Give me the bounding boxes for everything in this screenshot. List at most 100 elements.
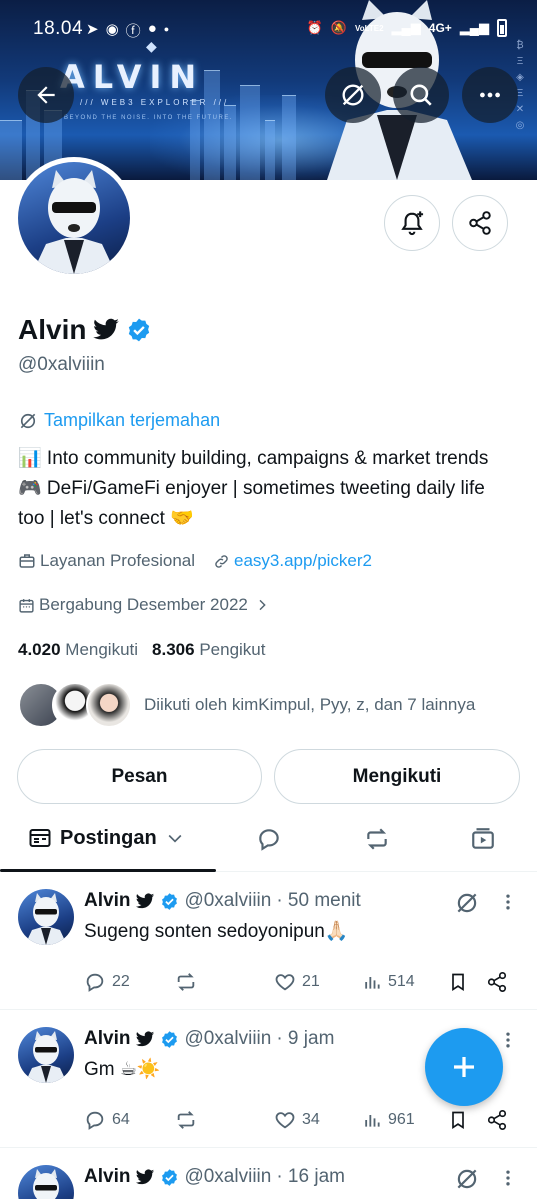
signal-icon-2: ▂▄▆	[459, 20, 489, 35]
reply-icon	[86, 973, 104, 992]
verified-badge-icon	[162, 1168, 178, 1186]
signal-icon: ▂▄▆	[391, 20, 421, 35]
grok-slash-circle-icon[interactable]	[454, 890, 480, 916]
bar-chart-icon	[365, 1115, 380, 1127]
tab-posts-label: Postingan	[60, 826, 157, 849]
followers-label: Pengikut	[199, 640, 266, 659]
profile-meta-row: Layanan Profesional easy3.app/picker2	[18, 551, 372, 571]
mute-icon: 🔕	[330, 20, 347, 35]
show-translation-link[interactable]: Tampilkan terjemahan	[18, 410, 220, 431]
profile-name: Alvin	[18, 314, 87, 345]
tweet-time: · 16 jam	[276, 1166, 345, 1187]
wolf-avatar-image	[33, 1169, 59, 1199]
status-time: 18.04	[33, 18, 84, 39]
reply-bubble-icon	[259, 829, 279, 851]
following-button[interactable]: Mengikuti	[274, 749, 520, 804]
followed-by-row[interactable]: Diikuti oleh kimKimpul, Pyy, z, dan 7 la…	[18, 682, 475, 728]
tweet-author-name[interactable]: Alvin	[84, 1028, 130, 1050]
repost-icon	[367, 828, 387, 850]
heart-icon	[275, 974, 295, 991]
bookmark-button[interactable]	[448, 1109, 486, 1131]
tweet-handle: @0xalviiin	[184, 1166, 272, 1187]
search-icon	[410, 84, 432, 106]
tweet-avatar[interactable]	[18, 1165, 74, 1199]
status-bar: 18.04 ➤ ◉ ⓕ ● ● ⏰ 🔕 VoLTE2 ▂▄▆ 4G+ ▂▄▆	[0, 0, 537, 56]
tweet-item[interactable]: Alvin @0xalviiin · 16 jam	[0, 1149, 537, 1199]
tab-posts[interactable]: Postingan	[28, 826, 185, 850]
like-button[interactable]: 21	[274, 971, 362, 993]
more-vertical-icon[interactable]	[498, 1167, 518, 1189]
tweet-handle: @0xalviiin	[184, 1028, 272, 1049]
profile-website-link[interactable]: easy3.app/picker2	[234, 551, 372, 571]
views-button[interactable]: 961	[362, 1110, 448, 1130]
follower-avatar	[86, 682, 132, 728]
like-count: 34	[302, 1111, 320, 1128]
tab-reposts[interactable]	[363, 826, 391, 857]
more-notifications-dot-icon: ●	[163, 24, 170, 34]
tweet-time: · 9 jam	[276, 1028, 335, 1049]
volte-indicator: VoLTE2	[354, 23, 384, 33]
repost-button[interactable]	[174, 971, 274, 993]
share-icon	[487, 1110, 507, 1130]
more-vertical-icon[interactable]	[498, 891, 518, 913]
tweet-avatar[interactable]	[18, 1027, 74, 1083]
bio-line: too | let's connect 🤝	[18, 508, 194, 529]
views-button[interactable]: 514	[362, 972, 448, 992]
tweet-header: Alvin @0xalviiin · 50 menit	[84, 890, 361, 912]
tweet-header: Alvin @0xalviiin · 9 jam	[84, 1028, 334, 1050]
tweet-author-name[interactable]: Alvin	[84, 1166, 130, 1188]
arrow-left-icon	[37, 86, 55, 104]
bell-plus-icon	[401, 211, 424, 236]
brand-subtitle: /// WEB3 EXPLORER ///	[80, 98, 230, 107]
search-button[interactable]	[393, 67, 449, 123]
heart-icon	[275, 1112, 295, 1129]
status-notification-icons: ➤ ◉ ⓕ ● ●	[86, 20, 169, 41]
facebook-icon: ⓕ	[125, 23, 141, 40]
share-button[interactable]	[486, 1109, 508, 1131]
reply-icon	[86, 1111, 104, 1130]
more-options-button[interactable]	[462, 67, 518, 123]
followers-count-link[interactable]: 8.306 Pengikut	[152, 640, 265, 660]
share-profile-button[interactable]	[452, 195, 508, 251]
follow-counts: 4.020 Mengikuti 8.306 Pengikut	[18, 640, 266, 660]
repost-button[interactable]	[174, 1109, 274, 1131]
network-type: 4G+	[428, 21, 452, 35]
professional-category[interactable]: Layanan Profesional	[40, 551, 195, 571]
back-button[interactable]	[18, 67, 74, 123]
profile-banner[interactable]: ALVIN /// WEB3 EXPLORER /// BEYOND THE N…	[0, 0, 537, 180]
more-vertical-icon[interactable]	[498, 1029, 518, 1051]
tweet-actions: 22 21 514	[84, 971, 524, 993]
grok-slash-circle-icon[interactable]	[454, 1166, 480, 1192]
tab-replies[interactable]	[256, 826, 282, 857]
tweet-header: Alvin @0xalviiin · 16 jam	[84, 1166, 345, 1188]
tab-media[interactable]	[470, 826, 496, 857]
profile-handle: @0xalviiin	[18, 354, 105, 375]
share-button[interactable]	[486, 971, 508, 993]
translate-grok-button[interactable]	[325, 67, 381, 123]
wolf-avatar-image	[32, 170, 116, 274]
reply-button[interactable]: 64	[84, 1109, 174, 1131]
bio-line: 📊 Into community building, campaigns & m…	[18, 448, 489, 469]
message-button[interactable]: Pesan	[17, 749, 262, 804]
grok-slash-circle-icon	[342, 84, 364, 106]
verified-badge-icon	[129, 318, 150, 342]
briefcase-icon	[19, 554, 35, 568]
alarm-icon: ⏰	[306, 20, 323, 35]
profile-avatar[interactable]	[13, 157, 135, 279]
following-count-link[interactable]: 4.020 Mengikuti	[18, 640, 138, 660]
joined-date-row[interactable]: Bergabung Desember 2022	[18, 595, 270, 615]
tweet-author-name[interactable]: Alvin	[84, 890, 130, 912]
bookmark-button[interactable]	[448, 971, 486, 993]
like-button[interactable]: 34	[274, 1109, 362, 1131]
compose-post-button[interactable]	[425, 1028, 503, 1106]
tweet-avatar[interactable]	[18, 889, 74, 945]
tweet-item[interactable]: Alvin @0xalviiin · 50 menit Sugeng sonte…	[0, 873, 537, 1010]
followed-by-text: Diikuti oleh kimKimpul, Pyy, z, dan 7 la…	[144, 695, 476, 714]
reply-button[interactable]: 22	[84, 971, 174, 993]
view-count: 961	[388, 1111, 415, 1128]
share-icon	[469, 211, 491, 235]
wolf-avatar-image	[25, 1031, 67, 1083]
notification-subscribe-button[interactable]	[384, 195, 440, 251]
translate-label: Tampilkan terjemahan	[44, 410, 221, 430]
bio-line: 🎮 DeFi/GameFi enjoyer | sometimes tweeti…	[18, 478, 485, 499]
